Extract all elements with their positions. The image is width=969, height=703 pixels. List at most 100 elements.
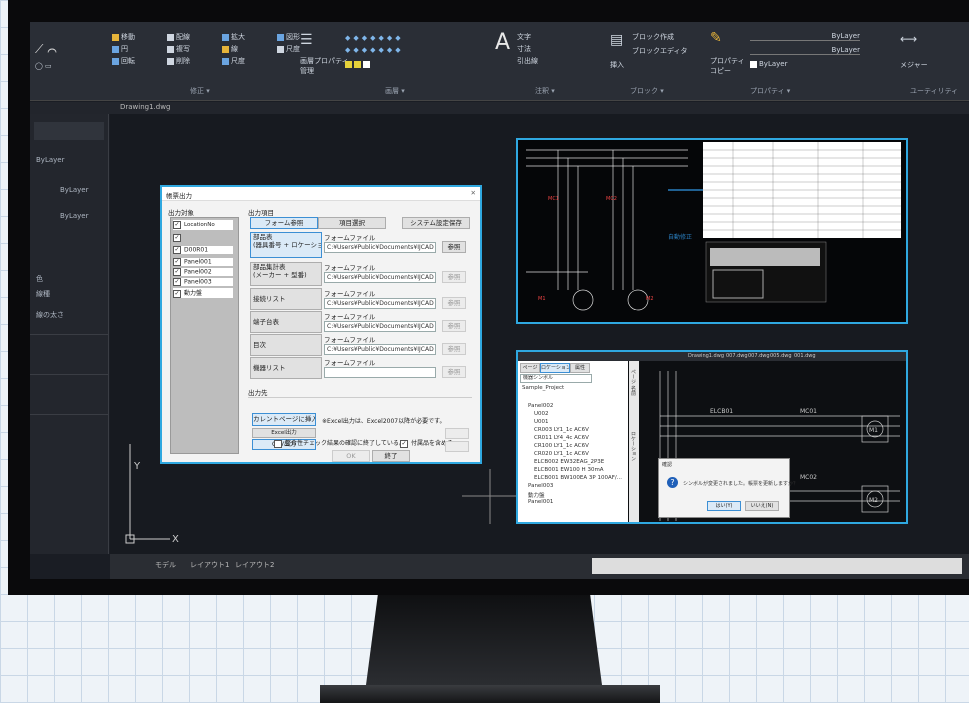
- form-file-path-4[interactable]: C:¥Users¥Public¥Documents¥IJCAD Electric: [324, 344, 436, 355]
- thumb-drawing-tab-3[interactable]: 005.dwg: [770, 353, 792, 359]
- ribbon-btn-scale2[interactable]: 尺度: [277, 44, 300, 54]
- toc-button[interactable]: 目次: [250, 334, 322, 356]
- tree-item-0[interactable]: Panel002: [528, 403, 553, 409]
- drawing-tab[interactable]: Drawing1.dwg: [120, 103, 170, 111]
- connection-list-button[interactable]: 接続リスト: [250, 288, 322, 310]
- command-line[interactable]: [592, 558, 962, 574]
- tree-item-5[interactable]: CR100 LY1_1c AC6V: [534, 443, 589, 449]
- tree-item-7[interactable]: ELCB002 EW32EAG_2P3E: [534, 459, 604, 465]
- browse-button-1[interactable]: 参照: [442, 271, 466, 283]
- close-icon[interactable]: ✕: [471, 189, 476, 197]
- form-file-path-2[interactable]: C:¥Users¥Public¥Documents¥IJCAD Electric: [324, 298, 436, 309]
- panel-toolbar[interactable]: [34, 122, 104, 140]
- measure-icon[interactable]: ⟷: [900, 32, 917, 46]
- device-list-button[interactable]: 機器リスト: [250, 357, 322, 379]
- tree-item-1[interactable]: U002: [534, 411, 549, 417]
- panel-entry-4[interactable]: 色: [36, 274, 43, 284]
- layer-tools-icon[interactable]: ◆◆◆◆◆◆◆: [345, 34, 404, 42]
- ribbon-btn-dimension[interactable]: 寸法: [517, 44, 531, 54]
- panel-entry-0[interactable]: ByLayer: [36, 156, 64, 164]
- lineweight-combo[interactable]: ByLayer: [750, 46, 860, 55]
- browse-button-5[interactable]: 参照: [442, 366, 466, 378]
- ribbon-btn-block-editor[interactable]: ブロックエディタ: [632, 46, 688, 56]
- ribbon-btn-rotate[interactable]: 回転: [112, 56, 135, 66]
- project-root[interactable]: Sample_Project: [522, 385, 564, 391]
- ribbon-btn-layer-properties[interactable]: 画層プロパティ: [300, 56, 349, 66]
- tree-item-9[interactable]: ELCB001 BW100EA 3P 100AF/...: [534, 475, 622, 481]
- ok-button[interactable]: OK: [332, 450, 370, 462]
- linetype-combo[interactable]: ByLayer: [750, 32, 860, 41]
- tree-item-2[interactable]: U001: [534, 419, 549, 425]
- target-item-0[interactable]: ✓ D00R01: [173, 246, 233, 254]
- tree-item-12[interactable]: Panel001: [528, 499, 553, 505]
- layer-properties-icon[interactable]: ☰: [300, 32, 313, 48]
- terminal-table-button[interactable]: 端子台表: [250, 311, 322, 333]
- target-item-3[interactable]: ✓ Panel003: [173, 278, 233, 286]
- ribbon-btn-move[interactable]: 移動: [112, 32, 135, 42]
- ribbon-btn-copy-properties[interactable]: コピー: [710, 66, 731, 76]
- form-file-path-0[interactable]: C:¥Users¥Public¥Documents¥IJCAD Electric: [324, 242, 436, 253]
- form-file-path-5[interactable]: [324, 367, 436, 378]
- tree-item-11[interactable]: 動力盤: [528, 491, 545, 499]
- tab-item-select[interactable]: 項目選択: [318, 217, 386, 229]
- thumb-drawing-tab-0[interactable]: Drawing1.dwg: [688, 353, 724, 359]
- layer-tools-icon[interactable]: ◆◆◆◆◆◆◆: [345, 46, 404, 54]
- target-list-header[interactable]: ✓ LocationNo: [173, 220, 233, 230]
- ribbon-btn-zoom[interactable]: 拡大: [222, 32, 245, 42]
- ribbon-btn-wire[interactable]: 配線: [167, 32, 190, 42]
- ribbon-btn-line[interactable]: 線: [222, 44, 238, 54]
- tree-item-8[interactable]: ELCB001 EW100 H 30mA: [534, 467, 604, 473]
- ribbon-btn-leader[interactable]: 引出線: [517, 56, 538, 66]
- color-combo[interactable]: ByLayer: [750, 60, 787, 68]
- ribbon-btn-delete[interactable]: 削除: [167, 56, 190, 66]
- properties-icon[interactable]: ✎: [710, 30, 722, 46]
- target-item-2[interactable]: ✓ Panel002: [173, 268, 233, 276]
- exit-button[interactable]: 終了: [372, 450, 410, 462]
- tree-item-3[interactable]: CR003 LY1_1c AC6V: [534, 427, 589, 433]
- ribbon-btn-shape[interactable]: 図形: [277, 32, 300, 42]
- ribbon-btn-properties[interactable]: プロパティ: [710, 56, 745, 66]
- target-item-blank[interactable]: ✓: [173, 234, 184, 242]
- thumb-drawing-tab-2[interactable]: 007.dwg: [748, 353, 770, 359]
- parts-list-button[interactable]: 部品表 (器具番号 + ロケーション): [250, 232, 322, 258]
- thumb-tab-location[interactable]: ロケーション: [540, 363, 570, 373]
- panel-entry-6[interactable]: 線の太さ: [36, 310, 64, 320]
- tree-item-4[interactable]: CR011 LY4_4c AC6V: [534, 435, 589, 441]
- tree-item-6[interactable]: CR020 LY1_1c AC6V: [534, 451, 589, 457]
- thumb-tab-attribute[interactable]: 属性: [570, 363, 590, 373]
- tree-item-10[interactable]: Panel003: [528, 483, 553, 489]
- text-icon[interactable]: A: [495, 30, 510, 55]
- form-file-path-3[interactable]: C:¥Users¥Public¥Documents¥IJCAD Electric: [324, 321, 436, 332]
- ribbon-btn-block-create[interactable]: ブロック作成: [632, 32, 674, 42]
- layout-tab-1[interactable]: レイアウト1: [190, 560, 229, 570]
- confirm-no-button[interactable]: いいえ(N): [745, 501, 779, 511]
- thumb-tab-page[interactable]: ページ: [520, 363, 540, 373]
- ribbon-btn-layer-manage[interactable]: 管理: [300, 66, 314, 76]
- thumb-side-tab-1[interactable]: ロケーション: [630, 431, 637, 461]
- ribbon-btn-measure[interactable]: メジャー: [900, 60, 928, 70]
- form-file-path-1[interactable]: C:¥Users¥Public¥Documents¥IJCAD Electric: [324, 272, 436, 283]
- target-item-1[interactable]: ✓ Panel001: [173, 258, 233, 266]
- ribbon-btn-copy[interactable]: 複写: [167, 44, 190, 54]
- panel-entry-5[interactable]: 線種: [36, 289, 50, 299]
- confirm-yes-button[interactable]: はい(Y): [707, 501, 741, 511]
- polyline-icon[interactable]: ⟋ ⌒: [35, 42, 57, 57]
- thumb-drawing-tab-4[interactable]: 001.dwg: [794, 353, 816, 359]
- ribbon-btn-circle[interactable]: 円: [112, 44, 128, 54]
- insert-icon[interactable]: ▤: [610, 32, 623, 48]
- layout-tab-model[interactable]: モデル: [155, 560, 176, 570]
- insert-current-page-button[interactable]: カレントページに挿入: [252, 413, 316, 426]
- ribbon-btn-scale[interactable]: 尺度: [222, 56, 245, 66]
- panel-entry-1[interactable]: ByLayer: [60, 186, 88, 194]
- browse-button-4[interactable]: 参照: [442, 343, 466, 355]
- symbol-filter-select[interactable]: 機器シンボル: [520, 374, 592, 383]
- thumb-drawing-tab-1[interactable]: 007.dwg: [726, 353, 748, 359]
- save-settings-button[interactable]: システム設定保存: [402, 217, 470, 229]
- target-item-4[interactable]: ✓ 動力盤: [173, 288, 233, 298]
- browse-button-2[interactable]: 参照: [442, 297, 466, 309]
- layer-color-icon[interactable]: [345, 60, 372, 68]
- layout-tab-2[interactable]: レイアウト2: [235, 560, 274, 570]
- browse-button-3[interactable]: 参照: [442, 320, 466, 332]
- check-consistency-option[interactable]: 整合性チェック結果の確認に終了している。: [274, 438, 405, 448]
- ribbon-btn-insert[interactable]: 挿入: [610, 60, 624, 70]
